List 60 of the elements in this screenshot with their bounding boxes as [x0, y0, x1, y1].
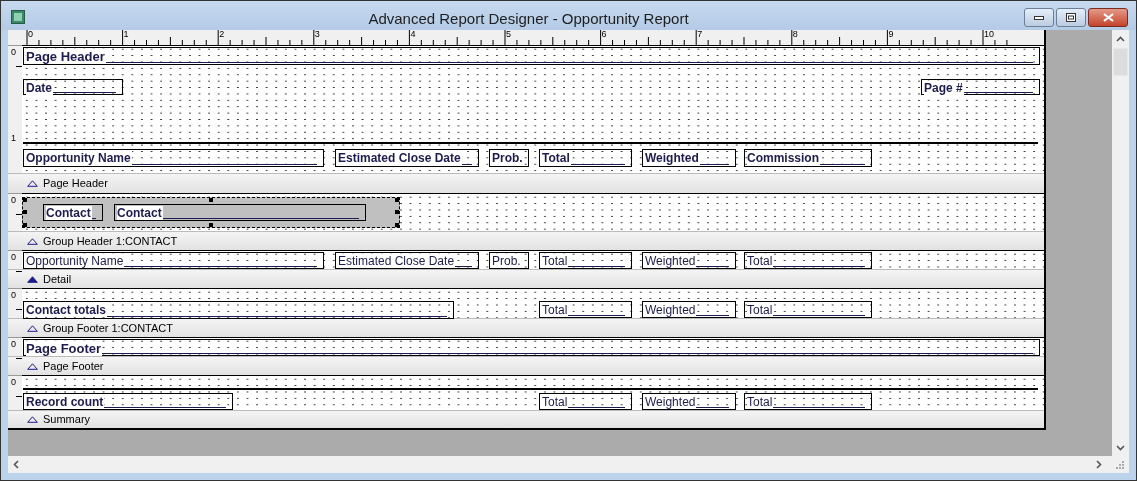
ruler-number: 4	[410, 30, 416, 39]
section-bar[interactable]: Summary	[8, 410, 1044, 428]
ruler-number: 0	[11, 196, 16, 205]
ruler-number: 2	[219, 30, 225, 39]
report-field[interactable]: Prob.	[489, 252, 529, 269]
section-bar[interactable]: Page Header	[8, 173, 1044, 193]
section-bar[interactable]: Group Footer 1:CONTACT	[8, 318, 1044, 337]
ruler-number: 6	[601, 30, 607, 39]
resize-grip-icon[interactable]	[1116, 460, 1124, 469]
report-field[interactable]: Total	[539, 149, 632, 167]
app-icon	[11, 10, 25, 24]
minimize-button[interactable]	[1024, 8, 1054, 27]
report-field[interactable]: Commission	[744, 149, 872, 167]
scroll-up-icon[interactable]	[1116, 36, 1125, 42]
minimize-icon	[1034, 15, 1044, 20]
scroll-thumb[interactable]	[1113, 48, 1128, 76]
ruler-number: 1	[11, 134, 16, 143]
vertical-scrollbar[interactable]	[1112, 30, 1129, 456]
ruler-number: 0	[11, 253, 16, 262]
report-field[interactable]: Date	[23, 79, 123, 95]
report-field[interactable]: Weighted	[642, 149, 736, 167]
report-field[interactable]: Opportunity Name	[23, 149, 324, 167]
restore-icon	[1066, 13, 1076, 22]
section-label: Page Footer	[43, 360, 104, 372]
ruler-number: 3	[314, 30, 320, 39]
scroll-right-icon[interactable]	[1096, 460, 1102, 469]
group-frame[interactable]: Contact Contact	[22, 197, 400, 228]
ruler-number: 0	[11, 378, 16, 387]
ruler-number: 7	[697, 30, 703, 39]
report-field[interactable]: Page #	[921, 79, 1040, 95]
section-bar[interactable]: Group Header 1:CONTACT	[8, 231, 1044, 250]
section-label: Summary	[43, 414, 91, 425]
ruler-number: 1	[123, 30, 129, 39]
ruler-number: 0	[11, 340, 16, 349]
ruler-number: 8	[792, 30, 798, 39]
close-icon	[1102, 13, 1114, 22]
scroll-left-icon[interactable]	[13, 460, 19, 469]
scroll-down-icon[interactable]	[1116, 445, 1125, 451]
ruler-number: 5	[506, 30, 511, 39]
ruler-number: 0	[11, 48, 16, 57]
section-label: Detail	[43, 273, 72, 285]
maximize-button[interactable]	[1056, 8, 1086, 27]
ruler-number: 9	[888, 30, 894, 39]
report-field[interactable]: Page Header	[23, 47, 1040, 65]
ruler-number: 10	[984, 30, 994, 39]
horizontal-scrollbar[interactable]	[8, 456, 1129, 473]
report-field[interactable]: Estimated Close Date	[335, 252, 479, 269]
section-bar[interactable]: Detail	[8, 269, 1044, 288]
section-label: Group Footer 1:CONTACT	[43, 322, 173, 334]
section-bar[interactable]: Page Footer	[8, 356, 1044, 375]
ruler-number: 0	[28, 30, 33, 39]
report-field[interactable]: Prob.	[489, 149, 529, 167]
section-label: Group Header 1:CONTACT	[43, 235, 178, 247]
close-button[interactable]	[1088, 8, 1128, 27]
window-title: Advanced Report Designer - Opportunity Report	[367, 11, 690, 26]
report-field[interactable]: Contact	[43, 204, 103, 221]
ruler-number: 0	[11, 291, 16, 300]
report-field[interactable]: Contact	[114, 204, 366, 221]
section-label: Page Header	[43, 178, 108, 189]
report-field[interactable]: Estimated Close Date	[335, 149, 479, 167]
